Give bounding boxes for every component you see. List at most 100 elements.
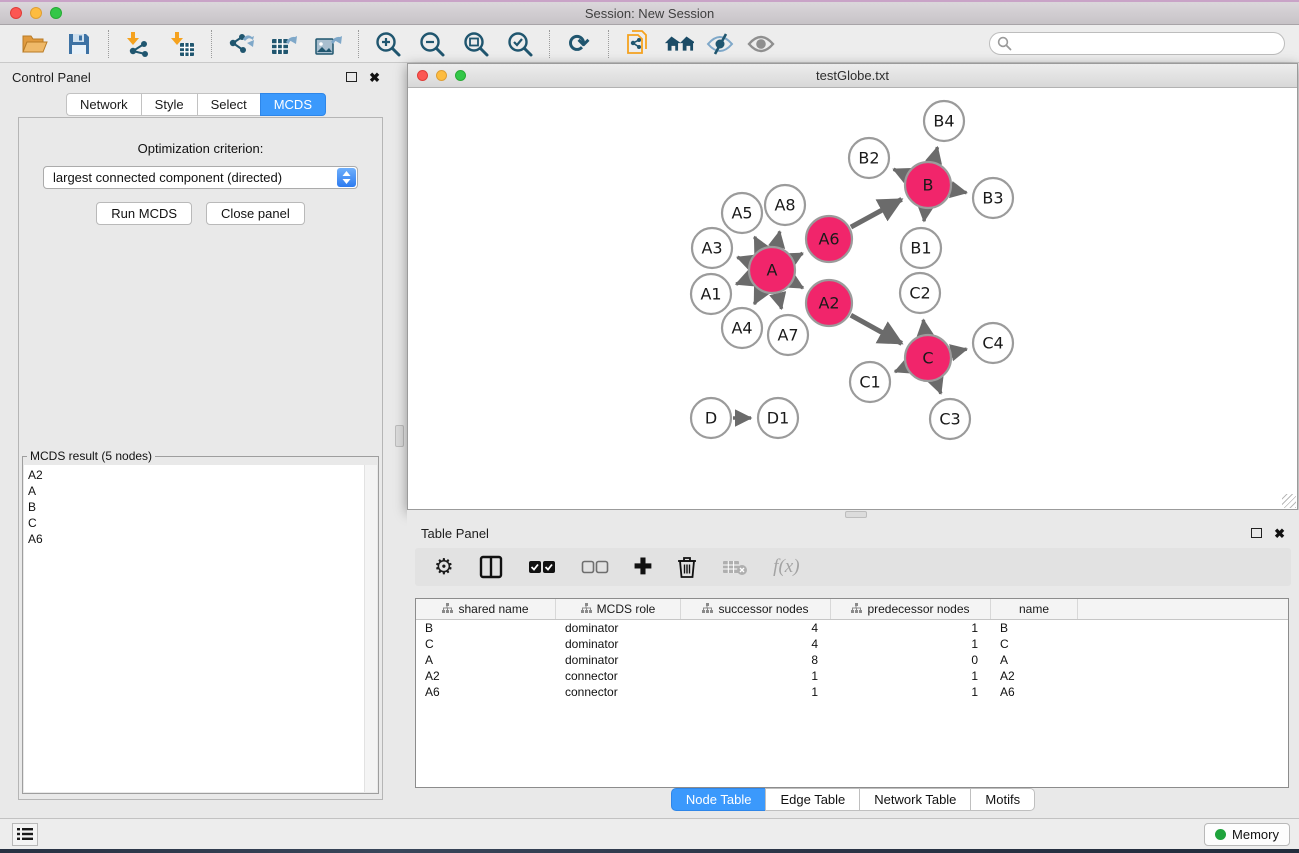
mcds-result-item[interactable]: C — [28, 515, 364, 531]
float-panel-icon[interactable] — [1251, 528, 1262, 538]
graph-edge-B-B4[interactable] — [934, 147, 937, 161]
column-header-predecessor-nodes[interactable]: predecessor nodes — [831, 599, 991, 619]
window-resize-grip[interactable] — [1282, 494, 1296, 508]
graph-edge-C-C2[interactable] — [923, 320, 925, 333]
table-tab-motifs[interactable]: Motifs — [970, 788, 1035, 811]
table-cell[interactable]: 1 — [831, 636, 991, 652]
table-cell[interactable]: connector — [556, 684, 681, 700]
graph-edge-A-A3[interactable] — [737, 257, 748, 261]
table-cell[interactable]: A6 — [416, 684, 556, 700]
delete-column-icon[interactable] — [677, 555, 697, 579]
table-row[interactable]: A2connector11A2 — [416, 668, 1288, 684]
run-mcds-button[interactable]: Run MCDS — [96, 202, 192, 225]
mcds-result-item[interactable]: A2 — [28, 467, 364, 483]
create-column-icon[interactable]: ✚ — [634, 555, 652, 579]
mcds-result-item[interactable]: B — [28, 499, 364, 515]
graph-edge-A-A5[interactable] — [755, 237, 761, 248]
table-cell[interactable]: dominator — [556, 652, 681, 668]
graph-edge-A-A8[interactable] — [777, 231, 780, 245]
network-window-titlebar[interactable]: testGlobe.txt — [408, 64, 1297, 88]
close-panel-icon[interactable]: ✖ — [1274, 528, 1285, 539]
control-panel-tab-style[interactable]: Style — [141, 93, 197, 116]
graph-edge-C-C1[interactable] — [895, 368, 905, 372]
graph-edge-A-A4[interactable] — [754, 292, 760, 304]
table-cell[interactable]: A — [991, 652, 1078, 668]
graph-edge-A2-C[interactable] — [851, 315, 902, 343]
graph-edge-A-A6[interactable] — [794, 253, 803, 258]
table-row[interactable]: Bdominator41B — [416, 620, 1288, 636]
table-cell[interactable]: C — [991, 636, 1078, 652]
table-cell[interactable]: 1 — [681, 684, 831, 700]
graph-edge-B-B2[interactable] — [894, 169, 906, 174]
mcds-result-item[interactable]: A6 — [28, 531, 364, 547]
close-panel-button[interactable]: Close panel — [206, 202, 305, 225]
table-cell[interactable]: 4 — [681, 636, 831, 652]
graph-edge-A6-B[interactable] — [851, 199, 902, 227]
graph-edge-A-A2[interactable] — [794, 283, 803, 288]
show-hide-panels-icon[interactable] — [664, 29, 694, 59]
show-column-icon[interactable] — [479, 555, 503, 579]
table-cell[interactable]: 1 — [831, 684, 991, 700]
table-cell[interactable]: connector — [556, 668, 681, 684]
graph-edge-B-B1[interactable] — [924, 210, 925, 221]
table-cell[interactable]: A — [416, 652, 556, 668]
network-graph-canvas[interactable]: B4B2BB3A5A8A6A3B1AA1C2A2A4A7CC4C1C3DD1 — [408, 88, 1297, 509]
control-panel-tab-mcds[interactable]: MCDS — [260, 93, 326, 116]
show-all-icon[interactable] — [746, 29, 776, 59]
refresh-icon[interactable]: ⟳ — [564, 29, 594, 59]
table-cell[interactable]: B — [991, 620, 1078, 636]
graph-edge-C-C4[interactable] — [952, 349, 966, 352]
import-table-icon[interactable] — [167, 29, 197, 59]
memory-button[interactable]: Memory — [1204, 823, 1290, 846]
table-cell[interactable]: 1 — [831, 668, 991, 684]
task-history-button[interactable] — [12, 823, 38, 846]
table-cell[interactable]: 8 — [681, 652, 831, 668]
graph-edge-A-A7[interactable] — [778, 294, 782, 309]
control-panel-tab-select[interactable]: Select — [197, 93, 260, 116]
zoom-in-icon[interactable] — [373, 29, 403, 59]
zoom-selected-icon[interactable] — [505, 29, 535, 59]
open-session-icon[interactable] — [20, 29, 50, 59]
unselect-all-icon[interactable] — [581, 560, 609, 574]
export-image-icon[interactable] — [314, 29, 344, 59]
graph-edge-C-C3[interactable] — [936, 382, 940, 394]
table-tab-edge-table[interactable]: Edge Table — [765, 788, 859, 811]
table-tab-node-table[interactable]: Node Table — [671, 788, 766, 811]
export-table-icon[interactable] — [270, 29, 300, 59]
table-row[interactable]: Adominator80A — [416, 652, 1288, 668]
select-all-icon[interactable] — [528, 560, 556, 574]
splitter-handle[interactable] — [845, 511, 867, 518]
delete-table-icon[interactable] — [722, 558, 748, 576]
function-builder-icon[interactable]: f(x) — [773, 556, 799, 578]
table-cell[interactable]: A6 — [991, 684, 1078, 700]
import-network-icon[interactable] — [123, 29, 153, 59]
table-row[interactable]: Cdominator41C — [416, 636, 1288, 652]
column-header-successor-nodes[interactable]: successor nodes — [681, 599, 831, 619]
table-settings-icon[interactable]: ⚙ — [434, 555, 454, 579]
splitter-handle[interactable] — [395, 425, 404, 447]
table-cell[interactable]: B — [416, 620, 556, 636]
table-cell[interactable]: dominator — [556, 636, 681, 652]
table-cell[interactable]: 1 — [681, 668, 831, 684]
column-header-shared-name[interactable]: shared name — [416, 599, 556, 619]
mcds-result-list[interactable]: A2ABCA6 — [24, 465, 364, 792]
table-cell[interactable]: A2 — [991, 668, 1078, 684]
save-session-icon[interactable] — [64, 29, 94, 59]
column-header-MCDS-role[interactable]: MCDS role — [556, 599, 681, 619]
network-graph[interactable]: B4B2BB3A5A8A6A3B1AA1C2A2A4A7CC4C1C3DD1 — [408, 88, 1297, 509]
control-panel-tab-network[interactable]: Network — [66, 93, 141, 116]
table-cell[interactable]: 0 — [831, 652, 991, 668]
node-table[interactable]: shared nameMCDS rolesuccessor nodesprede… — [415, 598, 1289, 788]
export-network-icon[interactable] — [226, 29, 256, 59]
graph-edge-B-B3[interactable] — [953, 190, 967, 193]
table-cell[interactable]: C — [416, 636, 556, 652]
table-tab-network-table[interactable]: Network Table — [859, 788, 970, 811]
mcds-result-item[interactable]: A — [28, 483, 364, 499]
panel-splitter-horizontal[interactable] — [407, 510, 1299, 520]
zoom-out-icon[interactable] — [417, 29, 447, 59]
table-cell[interactable]: 4 — [681, 620, 831, 636]
duplicate-network-icon[interactable] — [623, 29, 653, 59]
table-cell[interactable]: 1 — [831, 620, 991, 636]
mcds-result-scrollbar[interactable] — [364, 465, 377, 792]
table-row[interactable]: A6connector11A6 — [416, 684, 1288, 700]
